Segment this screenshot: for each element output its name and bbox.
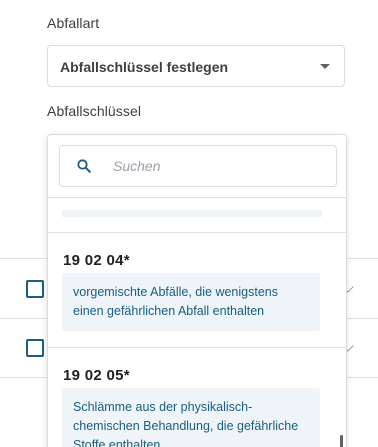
checkbox-icon[interactable] bbox=[26, 339, 44, 357]
search-icon bbox=[77, 159, 91, 173]
waste-type-selected-value: Abfallschlüssel festlegen bbox=[60, 59, 229, 75]
option-code: 19 02 05* bbox=[63, 367, 130, 384]
waste-type-label: Abfallart bbox=[47, 15, 100, 31]
caret-down-icon bbox=[320, 64, 330, 69]
checkbox-icon[interactable] bbox=[26, 280, 44, 298]
waste-key-dropdown: 19 02 04* vorgemischte Abfälle, die weni… bbox=[47, 134, 347, 447]
panel-divider bbox=[48, 197, 346, 198]
waste-type-select[interactable]: Abfallschlüssel festlegen bbox=[47, 45, 345, 87]
waste-key-option[interactable]: 19 02 04* vorgemischte Abfälle, die weni… bbox=[48, 233, 346, 347]
scrollbar[interactable] bbox=[340, 435, 343, 447]
option-description: vorgemischte Abfälle, die wenigstens ein… bbox=[62, 273, 320, 331]
previous-option-description bbox=[62, 210, 322, 217]
option-description: Schlämme aus der physikalisch-chemischen… bbox=[62, 388, 320, 447]
waste-key-option[interactable]: 19 02 05* Schlämme aus der physikalisch-… bbox=[48, 348, 346, 447]
search-field[interactable] bbox=[59, 145, 337, 187]
waste-key-label: Abfallschlüssel bbox=[47, 103, 142, 119]
option-code: 19 02 04* bbox=[63, 252, 130, 269]
page: Abfallart Abfallschlüssel festlegen Abfa… bbox=[0, 0, 378, 447]
search-input[interactable] bbox=[113, 156, 313, 176]
